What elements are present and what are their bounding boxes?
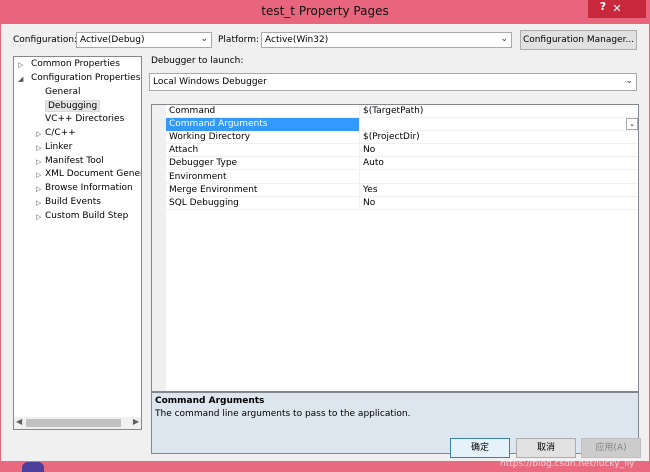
property-value[interactable]: $(ProjectDir) (363, 132, 420, 142)
scrollbar-thumb[interactable] (26, 419, 121, 427)
grid-row[interactable]: Working Directory $(ProjectDir) (166, 131, 638, 145)
column-separator (359, 170, 360, 184)
tree-item-label: Linker (45, 141, 73, 152)
property-name: Command Arguments (166, 118, 359, 132)
property-name: Debugger Type (169, 158, 238, 169)
triangle-right-icon[interactable]: ▷ (36, 199, 44, 207)
window-title: test_t Property Pages (261, 4, 389, 18)
property-value[interactable]: No (363, 198, 375, 208)
tree-item-label: Manifest Tool (45, 155, 104, 166)
tree-item-label: Build Events (45, 197, 101, 207)
scroll-right-icon[interactable]: ▶ (133, 417, 139, 426)
configuration-value: Active(Debug) (80, 35, 145, 45)
tree-item-label: Configuration Properties (31, 72, 141, 83)
tree-item-label: Common Properties (31, 59, 120, 69)
property-name: Merge Environment (169, 184, 258, 195)
description-text: The command line arguments to pass to th… (155, 409, 411, 419)
title-bar[interactable]: test_t Property Pages ✕ ? (0, 0, 650, 24)
column-separator (359, 157, 360, 171)
column-separator (359, 131, 360, 145)
configuration-manager-button[interactable]: Configuration Manager... (520, 30, 637, 50)
column-separator (359, 183, 360, 197)
debugger-launch-value: Local Windows Debugger (153, 77, 267, 87)
cancel-button[interactable]: 取消 (516, 438, 576, 458)
description-title: Command Arguments (155, 396, 265, 406)
tree-item-label: Browse Information (45, 183, 133, 194)
grid-row[interactable]: Environment (166, 170, 638, 184)
help-icon: ? (599, 0, 607, 13)
scroll-left-icon[interactable]: ◀ (16, 417, 22, 426)
grid-row[interactable]: Command $(TargetPath) (166, 105, 638, 118)
column-separator (359, 105, 360, 118)
triangle-right-icon[interactable]: ▷ (36, 213, 44, 221)
taskbar-app-icon[interactable] (22, 462, 44, 472)
property-grid[interactable]: Command $(TargetPath) Command Arguments ⌄ Wo… (151, 104, 639, 392)
platform-combo[interactable]: Active(Win32) ⌄ (261, 32, 512, 48)
property-name: Working Directory (169, 132, 251, 143)
help-button[interactable]: ? (596, 0, 610, 14)
tree-item-label: General (45, 86, 81, 97)
column-separator (359, 118, 360, 132)
grid-gutter (152, 105, 166, 391)
property-name: Command (169, 106, 216, 116)
platform-label: Platform: (218, 35, 259, 45)
close-icon: ✕ (612, 2, 622, 15)
grid-row[interactable]: Attach No (166, 144, 638, 158)
grid-row[interactable]: SQL Debugging No (166, 196, 638, 210)
tree-item-label: XML Document Generat (45, 169, 141, 180)
property-value[interactable]: $(TargetPath) (363, 106, 423, 116)
tree-item-label: VC++ Directories (45, 114, 125, 125)
triangle-right-icon[interactable]: ▷ (18, 61, 26, 69)
grid-row[interactable]: Debugger Type Auto (166, 157, 638, 171)
property-name: SQL Debugging (169, 197, 239, 208)
property-name: Environment (169, 171, 227, 182)
triangle-right-icon[interactable]: ▷ (36, 130, 44, 138)
chevron-down-icon: ⌄ (200, 34, 208, 44)
configuration-label: Configuration: (13, 35, 78, 45)
triangle-right-icon[interactable]: ▷ (36, 171, 44, 179)
tree-horizontal-scrollbar[interactable]: ◀ ▶ (14, 417, 141, 429)
grid-row[interactable]: Command Arguments ⌄ (166, 118, 638, 132)
debugger-launch-label: Debugger to launch: (151, 56, 244, 66)
property-value[interactable]: No (363, 145, 375, 155)
platform-value: Active(Win32) (265, 35, 329, 45)
tree-item-label: Custom Build Step (45, 210, 129, 221)
ok-button[interactable]: 确定 (450, 438, 510, 458)
property-pages-window: test_t Property Pages ✕ ? Configuration:… (0, 0, 650, 472)
triangle-right-icon[interactable]: ▷ (36, 144, 44, 152)
property-value[interactable]: Auto (363, 158, 384, 168)
column-separator (359, 144, 360, 158)
configuration-combo[interactable]: Active(Debug) ⌄ (76, 32, 212, 48)
chevron-down-icon: ⌄ (625, 76, 633, 86)
chevron-down-icon[interactable]: ⌄ (626, 118, 638, 131)
watermark-text: https://blog.csdn.net/lucky_lly (500, 459, 635, 469)
tree-item-label: C/C++ (45, 128, 76, 138)
dialog-client-area: Configuration: Active(Debug) ⌄ Platform:… (1, 24, 649, 461)
property-name: Attach (169, 145, 199, 156)
tree-item-label: Debugging (45, 100, 101, 113)
apply-button[interactable]: 应用(A) (581, 438, 641, 458)
property-value[interactable]: Yes (363, 185, 378, 195)
debugger-launch-combo[interactable]: Local Windows Debugger ⌄ (149, 73, 637, 91)
column-separator (359, 196, 360, 210)
triangle-down-icon[interactable]: ◢ (18, 75, 26, 83)
grid-row[interactable]: Merge Environment Yes (166, 183, 638, 197)
property-tree[interactable]: ▷ Common Properties ◢ Configuration Propert… (13, 56, 142, 430)
triangle-right-icon[interactable]: ▷ (36, 158, 44, 166)
triangle-right-icon[interactable]: ▷ (36, 185, 44, 193)
chevron-down-icon: ⌄ (500, 34, 508, 44)
